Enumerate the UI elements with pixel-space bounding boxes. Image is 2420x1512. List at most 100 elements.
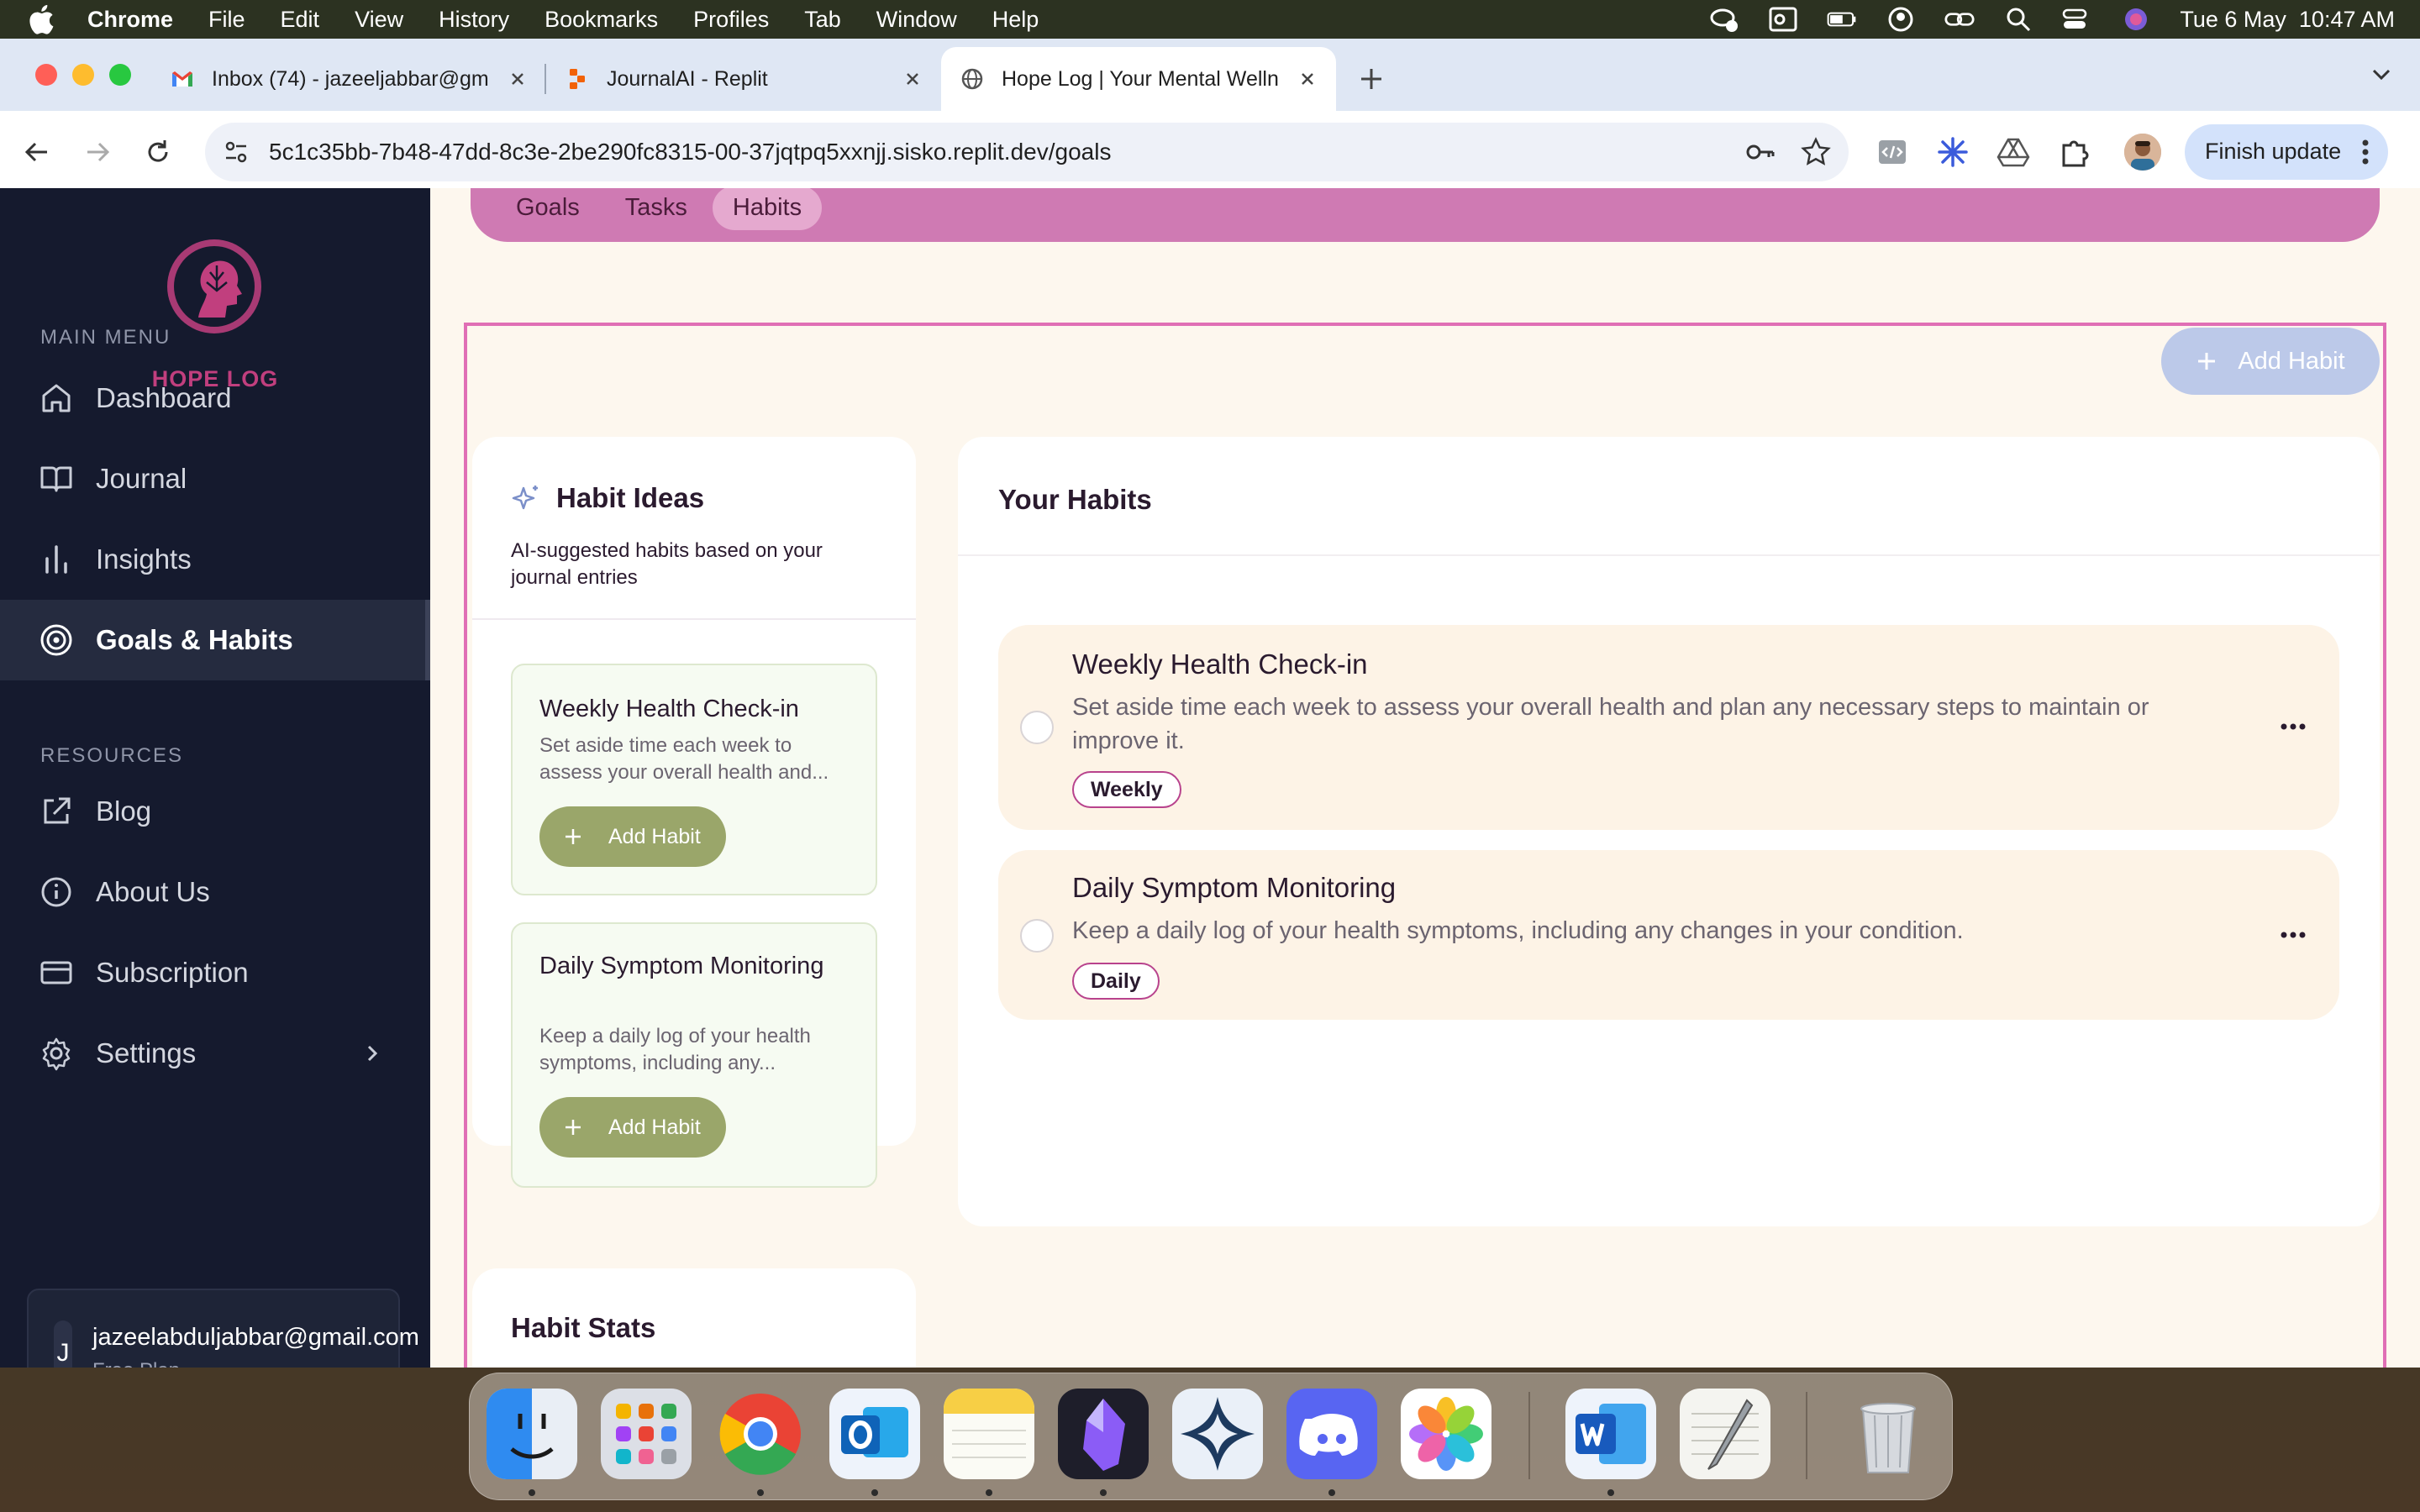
tab-goals[interactable]: Goals	[496, 188, 600, 230]
address-bar[interactable]: 5c1c35bb-7b48-47dd-8c3e-2be290fc8315-00-…	[205, 122, 1849, 181]
tab-search-chevron-icon[interactable]	[2366, 59, 2396, 89]
chrome-icon	[719, 1394, 801, 1475]
menu-app-name[interactable]: Chrome	[87, 7, 173, 33]
user-account-icon[interactable]	[1886, 6, 1916, 33]
browser-tab-hopelog[interactable]: Hope Log | Your Mental Welln	[941, 47, 1336, 111]
minimize-window-button[interactable]	[72, 64, 94, 86]
habit-title: Weekly Health Check-in	[1072, 648, 1368, 680]
profile-avatar[interactable]	[2124, 133, 2161, 171]
menu-tab[interactable]: Tab	[804, 7, 841, 33]
forward-arrow-icon[interactable]	[81, 135, 114, 169]
dock-chrome[interactable]	[715, 1389, 806, 1479]
dock-word[interactable]	[1565, 1389, 1656, 1479]
extensions-puzzle-icon[interactable]	[2057, 135, 2091, 169]
menu-window[interactable]: Window	[876, 7, 957, 33]
reload-icon[interactable]	[141, 135, 175, 169]
browser-tab-replit[interactable]: JournalAI - Replit	[546, 47, 941, 111]
habit-item[interactable]: Daily Symptom Monitoring Keep a daily lo…	[998, 850, 2339, 1020]
dock-running-indicator	[1328, 1489, 1335, 1496]
dock-textedit[interactable]	[1680, 1389, 1770, 1479]
sidebar-item-subscription[interactable]: Subscription	[0, 932, 430, 1013]
sidebar-item-label: Blog	[96, 795, 152, 827]
url-path: /goals	[1048, 138, 1112, 165]
sidebar-item-blog[interactable]: Blog	[0, 771, 430, 852]
sidebar-item-dashboard[interactable]: Dashboard	[0, 358, 430, 438]
sidebar-item-settings[interactable]: Settings	[0, 1013, 430, 1094]
new-tab-icon[interactable]	[1355, 62, 1388, 96]
tab-title: JournalAI - Replit	[607, 66, 768, 91]
outlook-icon	[829, 1389, 920, 1479]
launchpad-icon	[601, 1389, 692, 1479]
tab-habits[interactable]: Habits	[712, 188, 823, 230]
menu-profiles[interactable]: Profiles	[693, 7, 769, 33]
dock-finder[interactable]	[487, 1389, 577, 1479]
habit-item[interactable]: Weekly Health Check-in Set aside time ea…	[998, 625, 2339, 830]
more-horizontal-icon[interactable]	[2281, 931, 2306, 939]
dock-launchpad[interactable]	[601, 1389, 692, 1479]
dock-spark[interactable]	[1172, 1389, 1263, 1479]
menu-bookmarks[interactable]: Bookmarks	[544, 7, 658, 33]
habit-ideas-heading: Habit Ideas	[511, 482, 704, 514]
sidebar-item-journal[interactable]: Journal	[0, 438, 430, 519]
info-icon	[41, 877, 71, 907]
url-text[interactable]: 5c1c35bb-7b48-47dd-8c3e-2be290fc8315-00-…	[269, 139, 1721, 165]
add-habit-button[interactable]: Add Habit	[2161, 328, 2380, 395]
habit-frequency-badge: Daily	[1072, 963, 1160, 1000]
sidebar-item-insights[interactable]: Insights	[0, 519, 430, 600]
add-idea-habit-button[interactable]: Add Habit	[539, 1097, 726, 1158]
bookmark-star-icon[interactable]	[1800, 136, 1832, 168]
drive-extension-icon[interactable]	[1996, 135, 2030, 169]
menu-edit[interactable]: Edit	[281, 7, 320, 33]
more-vertical-icon[interactable]	[2361, 138, 2370, 166]
dock-running-indicator	[529, 1489, 535, 1496]
sidebar-item-label: Settings	[96, 1037, 197, 1068]
spotlight-search-icon[interactable]	[2003, 6, 2033, 33]
replit-icon	[570, 69, 585, 89]
battery-icon[interactable]	[1827, 6, 1857, 33]
sidebar-item-about-us[interactable]: About Us	[0, 852, 430, 932]
back-arrow-icon[interactable]	[20, 135, 54, 169]
dock-photos[interactable]	[1401, 1389, 1491, 1479]
creative-cloud-icon[interactable]	[1709, 6, 1739, 33]
url-host: 5c1c35bb-7b48-47dd-8c3e-2be290fc8315-00-…	[269, 138, 1049, 165]
dock-outlook[interactable]	[829, 1389, 920, 1479]
outlook-status-icon[interactable]	[1768, 6, 1798, 33]
menu-file[interactable]: File	[208, 7, 245, 33]
menu-history[interactable]: History	[439, 7, 509, 33]
devtools-extension-icon[interactable]	[1876, 135, 1909, 169]
menu-help[interactable]: Help	[992, 7, 1039, 33]
sidebar: HOPE LOG MAIN MENU Dashboard Journal Ins…	[0, 188, 430, 1368]
close-tab-icon[interactable]	[508, 69, 528, 89]
close-tab-icon[interactable]	[902, 69, 923, 89]
snowflake-extension-icon[interactable]	[1936, 135, 1970, 169]
apple-logo-icon[interactable]	[25, 3, 55, 36]
close-tab-icon[interactable]	[1297, 69, 1318, 89]
menu-view[interactable]: View	[355, 7, 403, 33]
dock-obsidian[interactable]	[1058, 1389, 1149, 1479]
password-key-icon[interactable]	[1744, 136, 1776, 168]
add-idea-habit-button[interactable]: Add Habit	[539, 806, 726, 867]
credit-card-icon	[40, 961, 72, 984]
close-window-button[interactable]	[35, 64, 57, 86]
sidebar-item-goals-habits[interactable]: Goals & Habits	[0, 600, 430, 680]
browser-tab-gmail[interactable]: Inbox (74) - jazeeljabbar@gm	[151, 47, 546, 111]
habit-complete-checkbox[interactable]	[1020, 919, 1054, 953]
tab-tasks[interactable]: Tasks	[605, 188, 708, 230]
zoom-window-button[interactable]	[109, 64, 131, 86]
control-center-icon[interactable]	[2062, 6, 2092, 33]
habit-complete-checkbox[interactable]	[1020, 711, 1054, 744]
siri-icon[interactable]	[2121, 6, 2151, 33]
button-label: Add Habit	[608, 824, 701, 848]
resources-label: RESOURCES	[40, 744, 184, 767]
menubar-datetime[interactable]: Tue 6 May 10:47 AM	[2180, 7, 2395, 33]
more-horizontal-icon[interactable]	[2281, 722, 2306, 731]
finish-update-button[interactable]: Finish update	[2185, 123, 2389, 180]
link-status-icon[interactable]	[1944, 6, 1975, 33]
dock-trash[interactable]	[1843, 1389, 1933, 1479]
dock-discord[interactable]	[1286, 1389, 1377, 1479]
user-profile-card[interactable]: J jazeelabduljabbar@gmail.com Free Plan	[27, 1289, 419, 1368]
site-info-icon[interactable]	[222, 138, 250, 166]
hope-log-logo-icon[interactable]	[165, 237, 264, 336]
profile-photo-icon	[2124, 133, 2161, 171]
dock-notes[interactable]	[944, 1389, 1034, 1479]
